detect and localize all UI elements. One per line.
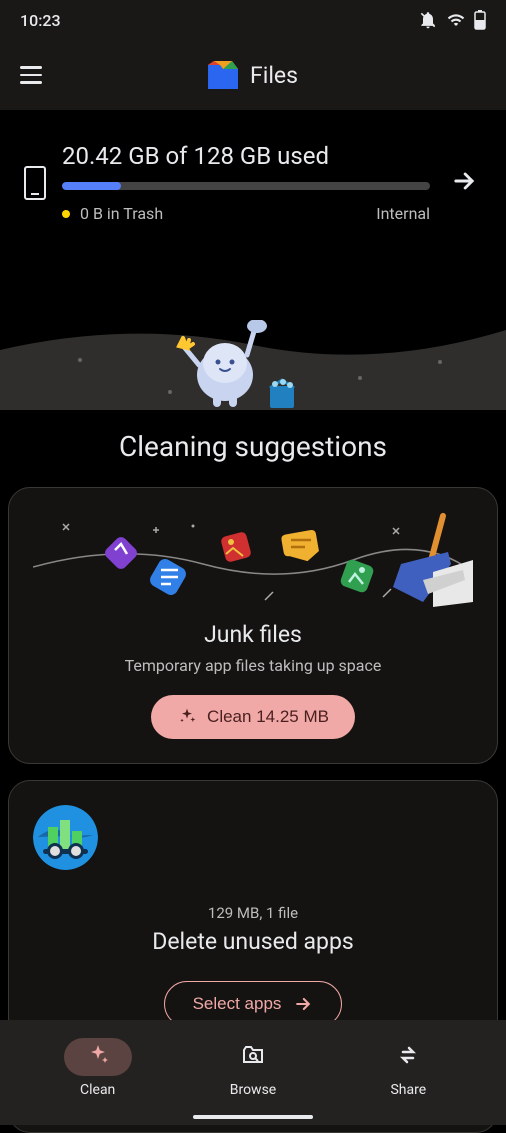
mascot-icon: [175, 320, 305, 410]
clean-junk-button[interactable]: Clean 14.25 MB: [151, 695, 355, 739]
status-time: 10:23: [20, 11, 61, 30]
battery-icon: [474, 10, 486, 30]
app-title: Files: [208, 61, 298, 89]
notifications-off-icon: [418, 10, 438, 30]
wifi-icon: [446, 11, 466, 29]
files-logo-icon: [208, 61, 238, 89]
device-icon: [24, 166, 46, 200]
unused-meta: 129 MB, 1 file: [33, 904, 473, 922]
trash-dot-icon: [62, 210, 70, 218]
junk-files-card: Junk files Temporary app files taking up…: [8, 487, 498, 764]
storage-text: 20.42 GB of 128 GB used: [62, 142, 430, 170]
sparkle-icon: [177, 707, 197, 727]
folder-search-icon: [241, 1043, 265, 1067]
gesture-bar[interactable]: [193, 1115, 313, 1119]
status-bar: 10:23: [0, 0, 506, 40]
arrow-right-icon: [450, 167, 478, 195]
nav-clean[interactable]: Clean: [64, 1038, 132, 1098]
trash-info: 0 B in Trash: [62, 204, 163, 223]
storage-progress: [62, 182, 430, 190]
status-icons: [418, 10, 486, 30]
section-title: Cleaning suggestions: [0, 410, 506, 487]
arrow-right-icon: [293, 994, 313, 1014]
sparkle-icon: [86, 1043, 110, 1067]
junk-illustration: [33, 512, 473, 617]
unused-apps-card: 129 MB, 1 file Delete unused apps Select…: [8, 780, 498, 1052]
app-bar: Files: [0, 40, 506, 110]
bottom-nav: Clean Browse Share: [0, 1020, 506, 1125]
junk-title: Junk files: [33, 621, 473, 648]
junk-subtitle: Temporary app files taking up space: [33, 656, 473, 675]
share-icon: [396, 1043, 420, 1067]
nav-share[interactable]: Share: [374, 1038, 442, 1098]
nav-browse[interactable]: Browse: [219, 1038, 287, 1098]
app-icon: [33, 805, 98, 870]
storage-section: 20.42 GB of 128 GB used 0 B in Trash Int…: [0, 110, 506, 410]
storage-progress-fill: [62, 182, 121, 190]
storage-details-button[interactable]: [446, 167, 482, 199]
storage-type: Internal: [376, 204, 430, 223]
menu-button[interactable]: [20, 66, 42, 84]
unused-title: Delete unused apps: [33, 928, 473, 955]
